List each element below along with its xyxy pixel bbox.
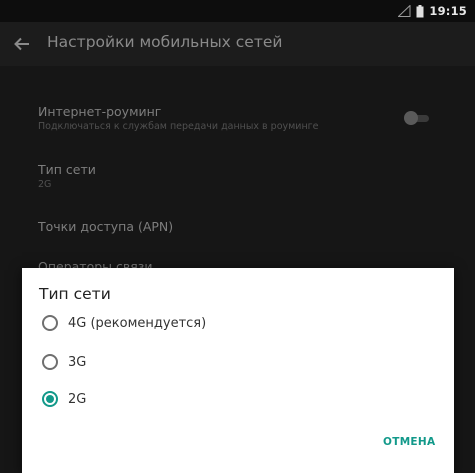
page-title: Настройки мобильных сетей <box>47 33 283 51</box>
battery-icon <box>416 4 424 17</box>
roaming-summary: Подключаться к службам передачи данных в… <box>38 121 319 132</box>
network-type-summary: 2G <box>38 179 52 190</box>
switch-thumb <box>404 111 418 125</box>
arrow-back-icon[interactable] <box>12 34 32 54</box>
cancel-button[interactable]: ОТМЕНА <box>383 436 435 448</box>
option-label-2g: 2G <box>68 391 87 407</box>
roaming-preference[interactable]: Интернет-роуминг Подключаться к службам … <box>38 104 319 132</box>
roaming-title: Интернет-роуминг <box>38 104 162 119</box>
roaming-switch[interactable] <box>404 111 430 125</box>
status-clock: 19:15 <box>429 4 467 18</box>
dialog-title: Тип сети <box>39 285 111 303</box>
option-3g[interactable]: 3G <box>42 351 342 373</box>
status-bar: 19:15 <box>0 0 475 22</box>
option-4g[interactable]: 4G (рекомендуется) <box>42 312 342 334</box>
network-type-title: Тип сети <box>38 162 96 177</box>
network-type-preference[interactable]: Тип сети 2G <box>38 162 96 190</box>
apn-preference[interactable]: Точки доступа (APN) <box>38 219 173 234</box>
apn-title: Точки доступа (APN) <box>38 219 174 234</box>
status-icons: 19:15 <box>398 3 467 19</box>
option-label-3g: 3G <box>68 354 87 370</box>
option-label-4g: 4G (рекомендуется) <box>68 315 207 331</box>
app-bar: Настройки мобильных сетей <box>0 22 475 66</box>
radio-3g[interactable] <box>42 354 58 370</box>
radio-4g[interactable] <box>42 315 58 331</box>
option-2g[interactable]: 2G <box>42 388 342 410</box>
radio-2g[interactable] <box>42 391 58 407</box>
network-type-dialog: Тип сети 4G (рекомендуется) 3G 2G ОТМЕНА <box>22 268 454 473</box>
signal-icon <box>398 5 411 17</box>
